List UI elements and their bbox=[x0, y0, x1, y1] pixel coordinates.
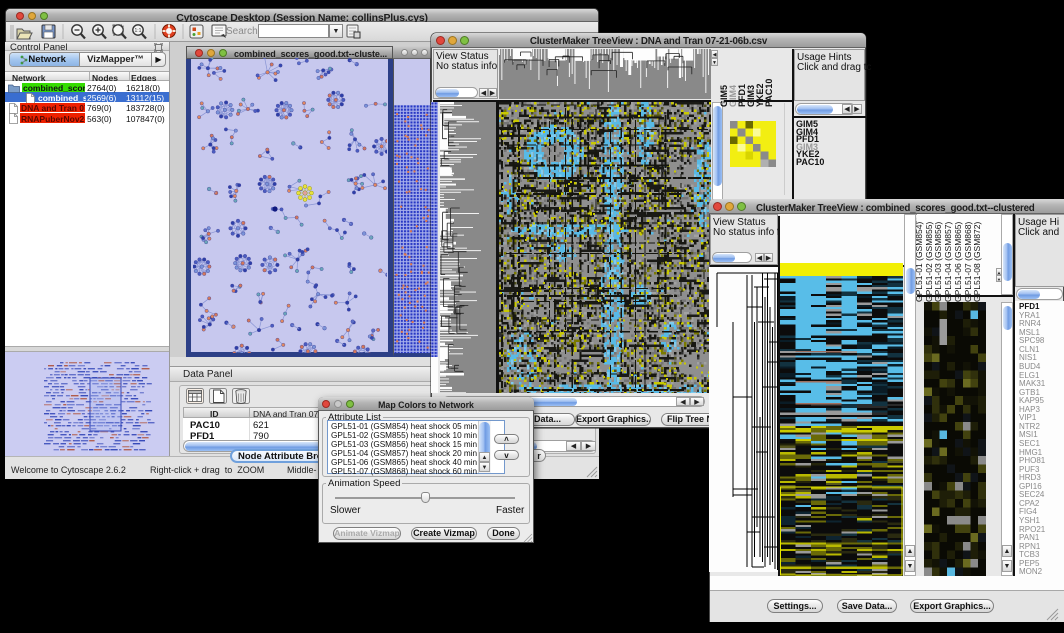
svg-text:1:1: 1:1 bbox=[135, 28, 142, 34]
